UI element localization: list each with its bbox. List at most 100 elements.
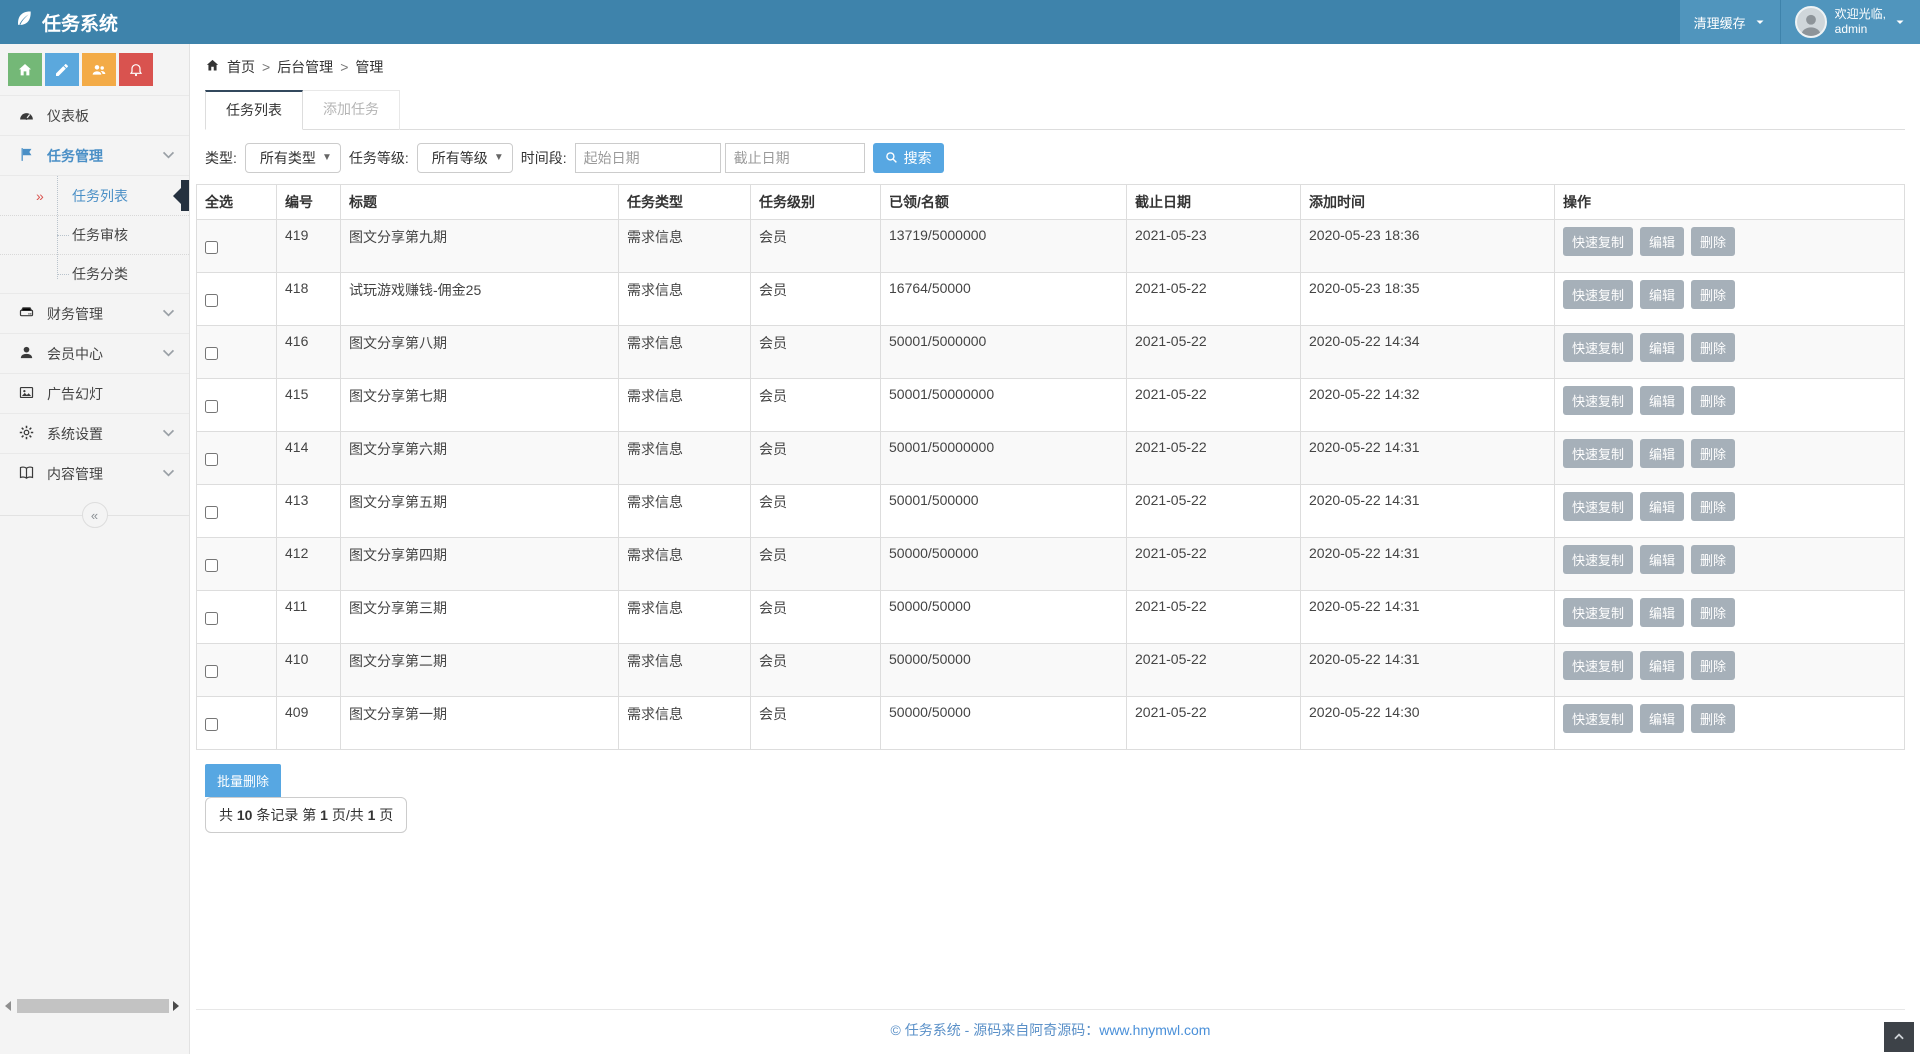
- sidebar-item-system-settings[interactable]: 系统设置: [0, 413, 189, 453]
- delete-button[interactable]: 删除: [1691, 439, 1735, 468]
- delete-button[interactable]: 删除: [1691, 227, 1735, 256]
- user-menu[interactable]: 欢迎光临, admin: [1781, 0, 1920, 44]
- delete-button[interactable]: 删除: [1691, 333, 1735, 362]
- row-checkbox[interactable]: [205, 400, 218, 413]
- table-row: 416图文分享第八期需求信息会员50001/50000002021-05-222…: [197, 326, 1905, 379]
- sidebar-item-task-review[interactable]: 任务审核: [0, 215, 189, 254]
- collapse-sidebar-button[interactable]: «: [82, 502, 108, 528]
- row-deadline: 2021-05-22: [1127, 644, 1301, 697]
- row-actions-cell: 快速复制编辑删除: [1555, 591, 1905, 644]
- row-select-cell: [197, 379, 277, 432]
- delete-button[interactable]: 删除: [1691, 545, 1735, 574]
- row-added: 2020-05-23 18:35: [1301, 273, 1555, 326]
- row-type: 需求信息: [619, 644, 751, 697]
- quick-copy-button[interactable]: 快速复制: [1563, 651, 1633, 680]
- scrollbar-thumb[interactable]: [17, 999, 169, 1013]
- tab-task-list[interactable]: 任务列表: [205, 90, 303, 130]
- footer-link[interactable]: www.hnymwl.com: [1099, 1022, 1210, 1038]
- type-select[interactable]: 所有类型 ▼: [245, 143, 341, 173]
- level-select-value: 所有等级: [432, 148, 488, 168]
- quick-copy-button[interactable]: 快速复制: [1563, 545, 1633, 574]
- table-row: 414图文分享第六期需求信息会员50001/500000002021-05-22…: [197, 432, 1905, 485]
- home-icon[interactable]: [8, 53, 42, 86]
- chevron-down-icon: [1894, 16, 1906, 28]
- edit-button[interactable]: 编辑: [1640, 704, 1684, 733]
- end-date-input[interactable]: [725, 143, 865, 173]
- app-title: 任务系统: [42, 9, 118, 36]
- column-header-type: 任务类型: [619, 185, 751, 220]
- row-checkbox[interactable]: [205, 453, 218, 466]
- sidebar-item-dashboard[interactable]: 仪表板: [0, 95, 189, 135]
- row-checkbox[interactable]: [205, 241, 218, 254]
- clear-cache-button[interactable]: 清理缓存: [1680, 0, 1780, 44]
- sidebar-item-task-category[interactable]: 任务分类: [0, 254, 189, 293]
- row-added: 2020-05-22 14:31: [1301, 538, 1555, 591]
- tab-add-task[interactable]: 添加任务: [303, 90, 400, 130]
- footer-text: © 任务系统 - 源码来自阿奇源码：: [891, 1022, 1100, 1038]
- edit-button[interactable]: 编辑: [1640, 227, 1684, 256]
- row-checkbox[interactable]: [205, 294, 218, 307]
- edit-button[interactable]: 编辑: [1640, 651, 1684, 680]
- sidebar-item-ad-slides[interactable]: 广告幻灯: [0, 373, 189, 413]
- quick-copy-button[interactable]: 快速复制: [1563, 227, 1633, 256]
- row-select-cell: [197, 220, 277, 273]
- delete-button[interactable]: 删除: [1691, 492, 1735, 521]
- gear-icon: [18, 424, 35, 444]
- sidebar-item-task-list[interactable]: » 任务列表: [0, 176, 189, 215]
- breadcrumb-backend[interactable]: 后台管理: [277, 57, 333, 77]
- delete-button[interactable]: 删除: [1691, 704, 1735, 733]
- row-level: 会员: [751, 273, 881, 326]
- table-row: 410图文分享第二期需求信息会员50000/500002021-05-22202…: [197, 644, 1905, 697]
- level-select[interactable]: 所有等级 ▼: [417, 143, 513, 173]
- pencil-icon[interactable]: [45, 53, 79, 86]
- quick-copy-button[interactable]: 快速复制: [1563, 386, 1633, 415]
- users-icon[interactable]: [82, 53, 116, 86]
- row-quota: 16764/50000: [881, 273, 1127, 326]
- delete-button[interactable]: 删除: [1691, 651, 1735, 680]
- edit-button[interactable]: 编辑: [1640, 386, 1684, 415]
- quick-copy-button[interactable]: 快速复制: [1563, 333, 1633, 362]
- quick-copy-button[interactable]: 快速复制: [1563, 439, 1633, 468]
- flag-icon: [18, 146, 35, 166]
- chevron-down-icon: [160, 344, 177, 364]
- row-type: 需求信息: [619, 591, 751, 644]
- edit-button[interactable]: 编辑: [1640, 492, 1684, 521]
- edit-button[interactable]: 编辑: [1640, 598, 1684, 627]
- scroll-left-arrow[interactable]: [5, 1001, 11, 1011]
- level-filter-label: 任务等级:: [349, 148, 409, 168]
- edit-button[interactable]: 编辑: [1640, 333, 1684, 362]
- sidebar-item-finance[interactable]: 财务管理: [0, 293, 189, 333]
- row-actions-cell: 快速复制编辑删除: [1555, 644, 1905, 697]
- image-icon: [18, 384, 35, 404]
- edit-button[interactable]: 编辑: [1640, 545, 1684, 574]
- row-checkbox[interactable]: [205, 612, 218, 625]
- batch-delete-button[interactable]: 批量删除: [205, 764, 281, 797]
- delete-button[interactable]: 删除: [1691, 598, 1735, 627]
- row-checkbox[interactable]: [205, 718, 218, 731]
- delete-button[interactable]: 删除: [1691, 386, 1735, 415]
- sidebar-item-task-management[interactable]: 任务管理: [0, 135, 189, 175]
- row-checkbox[interactable]: [205, 559, 218, 572]
- quick-copy-button[interactable]: 快速复制: [1563, 492, 1633, 521]
- quick-copy-button[interactable]: 快速复制: [1563, 704, 1633, 733]
- row-id: 415: [277, 379, 341, 432]
- quick-copy-button[interactable]: 快速复制: [1563, 598, 1633, 627]
- bell-icon[interactable]: [119, 53, 153, 86]
- row-checkbox[interactable]: [205, 665, 218, 678]
- quick-copy-button[interactable]: 快速复制: [1563, 280, 1633, 309]
- sidebar-item-member-center[interactable]: 会员中心: [0, 333, 189, 373]
- edit-button[interactable]: 编辑: [1640, 439, 1684, 468]
- row-type: 需求信息: [619, 273, 751, 326]
- start-date-input[interactable]: [575, 143, 721, 173]
- delete-button[interactable]: 删除: [1691, 280, 1735, 309]
- row-checkbox[interactable]: [205, 506, 218, 519]
- back-to-top-button[interactable]: [1884, 1022, 1914, 1052]
- row-checkbox[interactable]: [205, 347, 218, 360]
- row-deadline: 2021-05-22: [1127, 326, 1301, 379]
- breadcrumb-home[interactable]: 首页: [227, 57, 255, 77]
- scroll-right-arrow[interactable]: [173, 1001, 179, 1011]
- edit-button[interactable]: 编辑: [1640, 280, 1684, 309]
- sidebar-item-content-management[interactable]: 内容管理: [0, 453, 189, 493]
- welcome-line1: 欢迎光临,: [1835, 7, 1886, 22]
- search-button[interactable]: 搜索: [873, 143, 944, 173]
